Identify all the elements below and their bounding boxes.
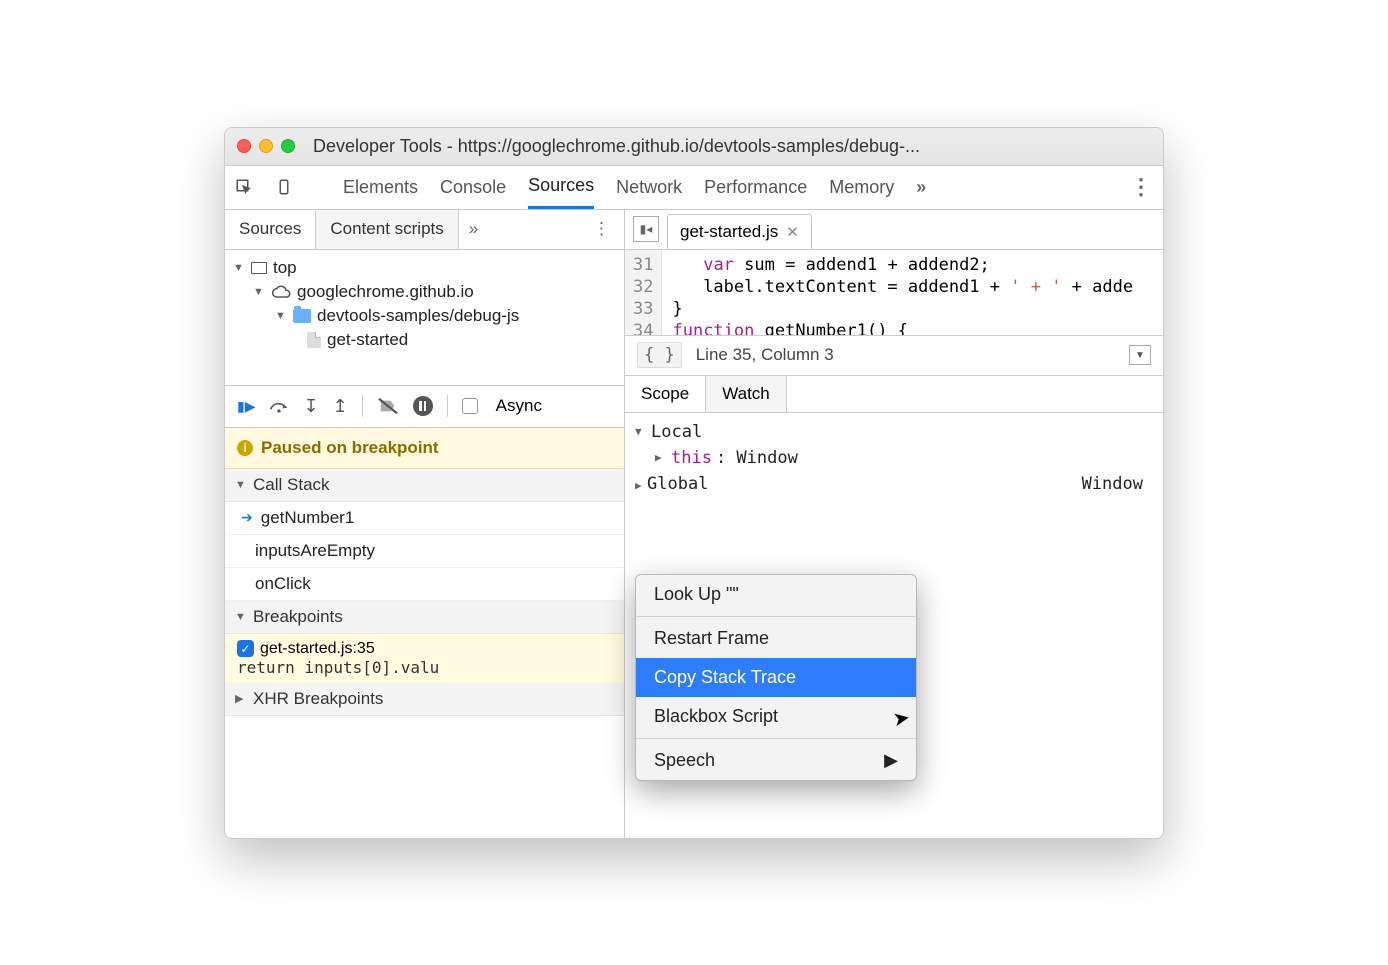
subtab-menu-icon[interactable]: ⋮ [579, 210, 624, 249]
breakpoint-item[interactable]: ✓get-started.js:35 return inputs[0].valu [225, 634, 624, 683]
scope-this[interactable]: ▶this: Window [635, 445, 1153, 471]
tree-file[interactable]: get-started [225, 328, 624, 352]
tree-domain[interactable]: ▼ googlechrome.github.io [225, 280, 624, 304]
tab-sources[interactable]: Sources [528, 165, 594, 209]
breakpoints-header[interactable]: ▼Breakpoints [225, 601, 624, 634]
tab-memory[interactable]: Memory [829, 167, 894, 208]
file-tree: ▼top ▼ googlechrome.github.io ▼devtools-… [225, 250, 624, 386]
nav-panel-icon[interactable]: ▮◂ [633, 216, 659, 242]
window-icon [251, 262, 267, 274]
scope-local[interactable]: ▼Local [635, 419, 1153, 445]
context-menu: Look Up "" Restart Frame Copy Stack Trac… [635, 574, 917, 781]
async-label: Async [496, 396, 542, 416]
stack-frame[interactable]: onClick [225, 568, 624, 601]
submenu-arrow-icon: ▶ [884, 750, 898, 771]
scope-watch-tabs: Scope Watch [625, 376, 1163, 413]
tab-elements[interactable]: Elements [343, 167, 418, 208]
kebab-menu-icon[interactable]: ⋮ [1130, 174, 1153, 200]
menu-lookup[interactable]: Look Up "" [636, 575, 916, 614]
tab-console[interactable]: Console [440, 167, 506, 208]
sources-subtabs: Sources Content scripts » ⋮ [225, 210, 624, 250]
device-icon[interactable] [275, 178, 293, 196]
menu-restart-frame[interactable]: Restart Frame [636, 619, 916, 658]
step-out-icon[interactable]: ↥ [333, 396, 348, 417]
menu-speech[interactable]: Speech▶ [636, 741, 916, 780]
code-lines: var sum = addend1 + addend2; label.textC… [662, 250, 1143, 335]
cloud-icon [271, 285, 291, 299]
stack-frame[interactable]: inputsAreEmpty [225, 535, 624, 568]
info-icon: i [237, 440, 253, 456]
file-tab[interactable]: get-started.js ✕ [667, 214, 812, 249]
close-icon[interactable] [237, 139, 251, 153]
traffic-lights [237, 139, 295, 153]
cursor-position: Line 35, Column 3 [696, 345, 834, 365]
tab-network[interactable]: Network [616, 167, 682, 208]
editor-statusbar: { } Line 35, Column 3 ▼ [625, 336, 1163, 376]
close-tab-icon[interactable]: ✕ [786, 223, 799, 241]
folder-icon [293, 309, 311, 323]
dropdown-icon[interactable]: ▼ [1129, 345, 1151, 365]
subtab-sources[interactable]: Sources [225, 210, 316, 249]
subtab-content-scripts[interactable]: Content scripts [316, 210, 458, 249]
stack-frame[interactable]: ➔getNumber1 [225, 502, 624, 535]
tree-top[interactable]: ▼top [225, 256, 624, 280]
pretty-print-icon[interactable]: { } [637, 342, 682, 368]
menu-blackbox-script[interactable]: Blackbox Script [636, 697, 916, 736]
callstack-header[interactable]: ▼Call Stack [225, 469, 624, 502]
window-title: Developer Tools - https://googlechrome.g… [313, 136, 920, 157]
step-over-icon[interactable] [269, 398, 289, 414]
deactivate-breakpoints-icon[interactable] [377, 397, 399, 415]
titlebar: Developer Tools - https://googlechrome.g… [225, 128, 1163, 166]
more-tabs-icon[interactable]: » [916, 177, 927, 198]
inspect-icon[interactable] [235, 178, 253, 196]
current-frame-icon: ➔ [241, 509, 253, 526]
scope-global[interactable]: ▶GlobalWindow [635, 471, 1153, 499]
step-into-icon[interactable]: ↧ [303, 396, 318, 417]
xhr-breakpoints-header[interactable]: ▶XHR Breakpoints [225, 683, 624, 716]
left-pane: Sources Content scripts » ⋮ ▼top ▼ googl… [225, 210, 625, 838]
more-subtabs-icon[interactable]: » [459, 210, 488, 249]
async-checkbox[interactable] [462, 398, 478, 414]
pause-on-exceptions-icon[interactable] [413, 396, 433, 416]
scope-panel: ▼Local ▶this: Window ▶GlobalWindow [625, 413, 1163, 505]
debugger-toolbar: ▮▶ ↧ ↥ Async [225, 386, 624, 428]
line-gutter: 31 32 33 34 [625, 250, 662, 335]
tab-watch[interactable]: Watch [706, 376, 787, 412]
tab-scope[interactable]: Scope [625, 376, 706, 412]
paused-banner: i Paused on breakpoint [225, 428, 624, 469]
file-icon [307, 332, 321, 348]
resume-icon[interactable]: ▮▶ [237, 398, 255, 415]
minimize-icon[interactable] [259, 139, 273, 153]
devtools-window: Developer Tools - https://googlechrome.g… [224, 127, 1164, 839]
menu-copy-stack-trace[interactable]: Copy Stack Trace [636, 658, 916, 697]
zoom-icon[interactable] [281, 139, 295, 153]
main-tabs: Elements Console Sources Network Perform… [225, 166, 1163, 210]
file-tabs: ▮◂ get-started.js ✕ [625, 210, 1163, 250]
code-editor[interactable]: 31 32 33 34 var sum = addend1 + addend2;… [625, 250, 1163, 336]
tab-performance[interactable]: Performance [704, 167, 807, 208]
breakpoint-checkbox[interactable]: ✓ [237, 640, 254, 657]
tree-folder[interactable]: ▼devtools-samples/debug-js [225, 304, 624, 328]
